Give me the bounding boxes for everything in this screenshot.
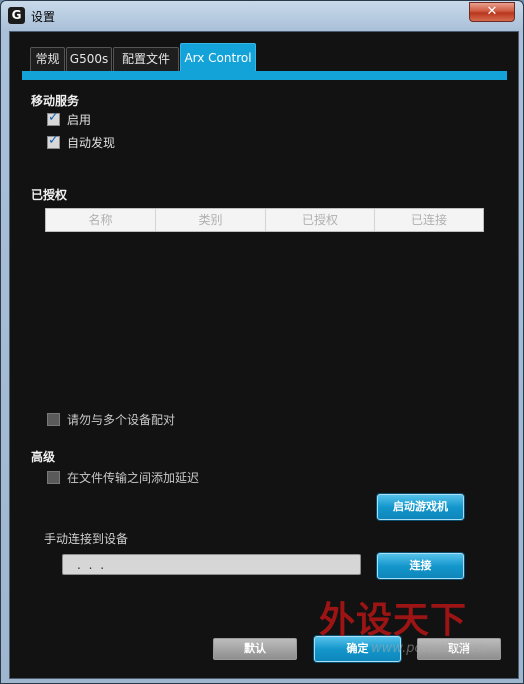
column-header-type[interactable]: 类别 [156,209,266,231]
enable-checkbox[interactable]: ✓ [47,110,60,126]
ip-address-input[interactable]: . . . [62,554,361,575]
ok-button[interactable]: 确定 [314,636,401,662]
default-button[interactable]: 默认 [213,638,297,660]
auto-discover-checkbox[interactable]: ✓ [47,133,60,149]
title-bar[interactable]: G 设置 ✕ [1,1,523,31]
add-delay-label: 在文件传输之间添加延迟 [67,471,200,485]
launch-game-console-button[interactable]: 启动游戏机 [377,494,464,520]
logitech-g-icon: G [8,7,25,24]
tab-underline [22,71,507,80]
tab-profiles[interactable]: 配置文件 [113,47,179,72]
add-delay-checkbox[interactable] [47,471,60,484]
tab-general[interactable]: 常规 [30,47,65,72]
authorized-heading: 已授权 [31,188,68,202]
close-button[interactable]: ✕ [469,2,515,22]
tab-arx-control[interactable]: Arx Control [180,43,256,73]
auto-discover-label: 自动发现 [67,136,116,150]
settings-window: G 设置 ✕ 常规 G500s 配置文件 Arx Control 移动服务 ✓ … [0,0,524,684]
authorized-devices-table[interactable]: 名称 类别 已授权 已连接 [45,208,484,232]
window-title: 设置 [31,10,56,24]
advanced-heading: 高级 [31,450,56,464]
cancel-button[interactable]: 取消 [417,638,501,660]
settings-panel: 常规 G500s 配置文件 Arx Control 移动服务 ✓ 启用 ✓ 自动… [9,31,519,679]
tab-g500s[interactable]: G500s [66,47,112,72]
column-header-connected[interactable]: 已连接 [375,209,483,231]
column-header-authorized[interactable]: 已授权 [266,209,375,231]
checkmark-icon: ✓ [48,133,59,148]
no-multi-pair-checkbox[interactable] [47,413,60,426]
column-header-name[interactable]: 名称 [46,209,156,231]
no-multi-pair-label: 请勿与多个设备配对 [67,413,176,427]
checkmark-icon: ✓ [48,110,59,125]
connect-button[interactable]: 连接 [377,553,464,579]
enable-label: 启用 [67,113,92,127]
mobile-service-heading: 移动服务 [31,94,80,108]
manual-connect-label: 手动连接到设备 [44,532,129,546]
